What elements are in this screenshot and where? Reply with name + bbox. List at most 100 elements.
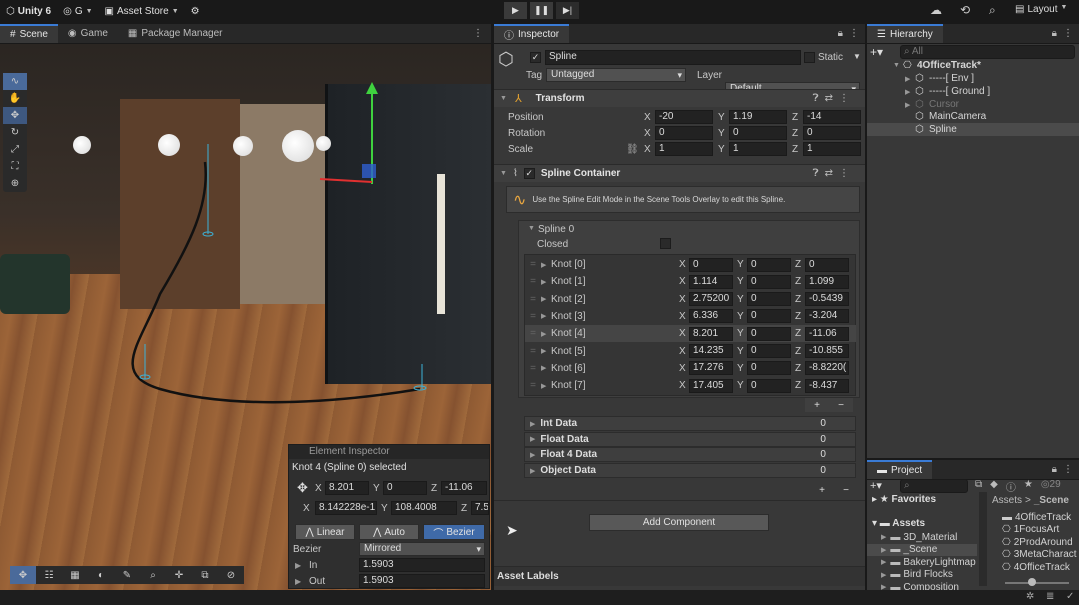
rotation-z-field[interactable]: 0 [803,126,861,140]
foldout-arrow-icon[interactable]: ▶ [541,330,551,338]
component-enabled-checkbox[interactable]: ✓ [523,168,535,179]
static-dropdown-icon[interactable]: ▼ [853,52,861,61]
knot-x-field[interactable]: 14.235 [689,344,733,358]
static-checkbox[interactable] [804,52,815,63]
hierarchy-item[interactable]: ⬡ Spline [867,123,1079,136]
draw-icon[interactable]: ✎ [114,566,140,584]
menu-icon[interactable]: ⋮ [849,28,859,39]
rotate-tool-icon[interactable]: ↻ [3,124,27,141]
knot-y-field[interactable]: 0 [383,481,427,495]
play-button[interactable]: ▶ [504,2,527,19]
drag-handle-icon[interactable]: = [525,346,541,357]
rotation-x-field[interactable]: 0 [655,126,713,140]
unity-menu[interactable]: ⬡ Unity 6 [0,0,57,22]
drag-handle-icon[interactable]: = [525,380,541,391]
bezier-mode-dropdown[interactable]: Mirrored [359,542,485,556]
knot-row[interactable]: = ▶ Knot [5] X 14.235 Y 0 Z -10.855 [525,343,856,360]
icon-size-slider[interactable] [1005,582,1069,584]
knot-x-field[interactable]: 2.75200 [689,292,733,307]
scale-tool-icon[interactable]: ⤢ [3,141,27,158]
services-button[interactable]: ⚙ [185,0,206,22]
knot-x-field[interactable]: 8.201 [689,326,733,341]
position-y-field[interactable]: 1.19 [729,110,787,124]
project-search-input[interactable]: ⌕ [900,479,968,493]
help-icon[interactable]: ❓︎ [813,93,825,104]
knot-x-field[interactable]: 6.336 [689,309,733,324]
rotation-z-field[interactable]: 7.5 [471,501,489,515]
linear-mode-button[interactable]: ⋀ Linear [295,524,355,540]
knot-row[interactable]: = ▶ Knot [0] X 0 Y 0 Z 0 [525,256,856,273]
menu-icon[interactable]: ⋮ [839,93,855,104]
asset-item[interactable]: ⎔ 2ProdAround [1002,536,1079,548]
drag-handle-icon[interactable]: = [525,259,541,270]
closed-checkbox[interactable] [660,238,671,249]
knot-x-field[interactable]: 0 [689,257,733,272]
move-icon[interactable]: ✥ [10,566,36,584]
drag-handle-icon[interactable]: = [525,363,541,374]
knot-z-field[interactable]: -8.437 [805,378,849,393]
spline-edit-tool-icon[interactable]: ∿ [3,73,27,90]
add-data-icon[interactable]: + [819,485,825,496]
preset-icon[interactable]: ⇄ [825,168,839,179]
compass-icon[interactable]: ⊘ [218,566,244,584]
transform-tool-icon[interactable]: ⊕ [3,175,27,192]
history-icon[interactable]: ⟲ [960,3,970,17]
info-icon[interactable]: ⓘ [1006,479,1016,494]
knot-y-field[interactable]: 0 [747,257,791,272]
tab-package-manager[interactable]: ▦ Package Manager [118,24,233,43]
knot-y-field[interactable]: 0 [747,292,791,307]
knot-z-field[interactable]: 1.099 [805,274,849,289]
link-icon[interactable]: ⛓ [626,144,639,155]
transform-header[interactable]: ▼ ⅄ Transform ❓︎⇄⋮ [494,89,865,107]
lock-icon[interactable]: 🔒︎ [838,28,843,39]
knot-row[interactable]: = ▶ Knot [1] X 1.114 Y 0 Z 1.099 [525,273,856,290]
tangent-in-field[interactable]: 1.5903 [359,558,485,572]
asset-item[interactable]: ⎔ 3MetaCharact [1002,549,1079,561]
foldout-arrow-icon[interactable]: ▶ [541,347,551,355]
knot-x-field[interactable]: 8.201 [325,481,369,495]
hierarchy-item[interactable]: ▶ ⬡ -----[ Ground ] [867,85,1079,98]
folder-item[interactable]: ▶ ▬ BakeryLightmap [867,556,977,568]
folder-item[interactable]: ▶ ▬ 3D_Material [867,531,977,543]
foldout-arrow-icon[interactable]: ▶ [905,101,910,109]
position-x-field[interactable]: -20 [655,110,713,124]
star-icon[interactable]: ★ [1024,479,1033,494]
pan-icon[interactable]: ✛ [166,566,192,584]
pause-button[interactable]: ❚❚ [530,2,553,19]
asset-item[interactable]: ⎔ 1FocusArt [1002,524,1079,536]
assets-root-item[interactable]: ▾ ▬ Assets [872,518,925,529]
drag-handle-icon[interactable]: = [525,311,541,322]
data-foldout[interactable]: ▶ Int Data 0 [524,416,856,431]
knot-x-field[interactable]: 17.276 [689,361,733,376]
add-knot-icon[interactable]: + [814,400,820,411]
scale-z-field[interactable]: 1 [803,142,861,156]
tab-project[interactable]: ▬ Project [867,460,933,479]
lock-icon[interactable]: 🔒︎ [1052,28,1057,39]
foldout-arrow-icon[interactable]: ▶ [295,561,301,570]
foldout-arrow-icon[interactable]: ▼ [528,225,535,232]
grid-snap-icon[interactable]: ▦ [62,566,88,584]
account-dropdown[interactable]: ◎ G ▼ [57,0,98,22]
label-icon[interactable]: ◆ [990,479,998,494]
create-button[interactable]: +▾ [870,45,883,59]
layout-dropdown[interactable]: ▤ Layout ▼ [1015,4,1067,15]
knot-row[interactable]: = ▶ Knot [3] X 6.336 Y 0 Z -3.204 [525,308,856,325]
hierarchy-item[interactable]: ▶ ⬡ -----[ Env ] [867,72,1079,85]
hierarchy-search-input[interactable]: ⌕ All [900,45,1075,59]
foldout-arrow-icon[interactable]: ▶ [905,75,910,83]
hierarchy-item[interactable]: ▼ ⎔ 4OfficeTrack* [867,59,1079,72]
object-name-field[interactable]: Spline [545,50,801,65]
pivot-icon[interactable]: ☷ [36,566,62,584]
knot-z-field[interactable]: -11.06 [805,326,849,341]
knot-row[interactable]: = ▶ Knot [6] X 17.276 Y 0 Z -8.8220( [525,360,856,377]
tangent-out-field[interactable]: 1.5903 [359,574,485,588]
favorites-item[interactable]: ▸ ★ Favorites [872,494,936,505]
foldout-arrow-icon[interactable]: ▶ [541,364,551,372]
position-z-field[interactable]: -14 [803,110,861,124]
stack-icon[interactable]: ≣ [1046,591,1054,602]
folder-item[interactable]: ▶ ▬ Bird Flocks [867,569,977,581]
foldout-arrow-icon[interactable]: ▶ [541,295,551,303]
data-foldout[interactable]: ▶ Object Data 0 [524,463,856,479]
tab-game[interactable]: ◉ Game [58,24,118,43]
add-component-button[interactable]: Add Component [589,514,769,531]
